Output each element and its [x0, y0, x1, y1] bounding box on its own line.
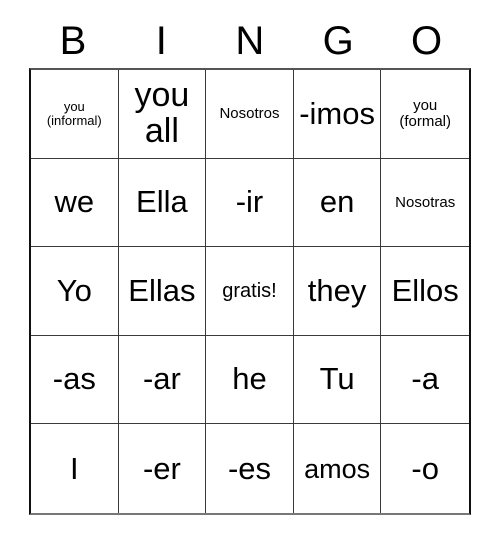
bingo-header-letter-o: O: [411, 19, 443, 63]
bingo-cell[interactable]: -as: [31, 335, 119, 425]
bingo-cell-label: -a: [411, 361, 439, 397]
bingo-cell-label: Ella: [136, 184, 188, 220]
bingo-header-letter-b: B: [59, 19, 87, 63]
bingo-cell[interactable]: he: [206, 335, 294, 425]
bingo-cell-label: -o: [411, 450, 439, 486]
bingo-cell[interactable]: Yo: [31, 247, 119, 336]
bingo-cell-label: amos: [304, 453, 371, 484]
bingo-cell[interactable]: -es: [206, 424, 294, 513]
bingo-cell[interactable]: you all: [118, 70, 207, 159]
bingo-header-letter-g: G: [322, 19, 355, 63]
bingo-cell-label: -ar: [142, 361, 181, 397]
bingo-cell-label: -er: [142, 450, 181, 486]
bingo-cell[interactable]: they: [293, 247, 382, 336]
bingo-cell[interactable]: Nosotras: [381, 158, 469, 248]
bingo-cell[interactable]: Ellas: [118, 247, 207, 336]
bingo-cell[interactable]: -o: [381, 424, 469, 513]
bingo-cell-label: Nosotras: [395, 193, 456, 211]
bingo-cell-label: they: [307, 272, 367, 308]
bingo-cell-label: you (informal): [46, 99, 102, 128]
bingo-cell[interactable]: -a: [381, 335, 469, 425]
bingo-cell[interactable]: Tu: [293, 335, 382, 425]
bingo-cell-label: you all: [134, 76, 190, 150]
bingo-cell[interactable]: -imos: [293, 70, 382, 159]
bingo-cell-label: en: [319, 184, 355, 220]
bingo-cell-label: I: [69, 450, 79, 486]
bingo-cell-label: Ellos: [391, 272, 459, 308]
bingo-cell-label: -as: [52, 361, 96, 397]
bingo-cell-label: -es: [227, 450, 272, 486]
bingo-cell[interactable]: amos: [293, 424, 382, 513]
bingo-header-letter-i: I: [155, 19, 168, 63]
bingo-cell[interactable]: you (formal): [381, 70, 469, 159]
bingo-cell-label: Yo: [56, 272, 92, 308]
bingo-cell[interactable]: Ellos: [381, 247, 469, 336]
bingo-header: BINGO: [29, 14, 471, 68]
bingo-cell[interactable]: -er: [118, 424, 207, 513]
bingo-cell[interactable]: you (informal): [31, 70, 119, 159]
bingo-header-letter-n: N: [235, 19, 265, 63]
bingo-cell[interactable]: en: [293, 158, 382, 248]
bingo-cell[interactable]: Nosotros: [206, 70, 294, 159]
bingo-card: BINGO you (informal) you all Nosotros -imos y…: [0, 0, 500, 544]
bingo-cell[interactable]: -ar: [118, 335, 207, 425]
bingo-cell[interactable]: gratis!: [206, 247, 294, 336]
bingo-cell[interactable]: I: [31, 424, 119, 513]
bingo-cell[interactable]: -ir: [206, 158, 294, 248]
bingo-cell-label: gratis!: [222, 279, 277, 302]
bingo-cell-label: Tu: [319, 361, 355, 397]
bingo-cell-label: Ellas: [128, 272, 196, 308]
bingo-cell[interactable]: Ella: [118, 158, 207, 248]
bingo-cell-label: -ir: [235, 184, 264, 220]
bingo-cell-label: Nosotros: [219, 105, 280, 122]
bingo-cell-label: he: [232, 361, 267, 397]
bingo-grid: you (informal) you all Nosotros -imos you (for…: [29, 68, 471, 515]
bingo-cell-label: we: [54, 184, 95, 220]
bingo-cell-label: you (formal): [399, 97, 452, 130]
bingo-cell[interactable]: we: [31, 158, 119, 248]
bingo-cell-label: -imos: [299, 95, 375, 131]
